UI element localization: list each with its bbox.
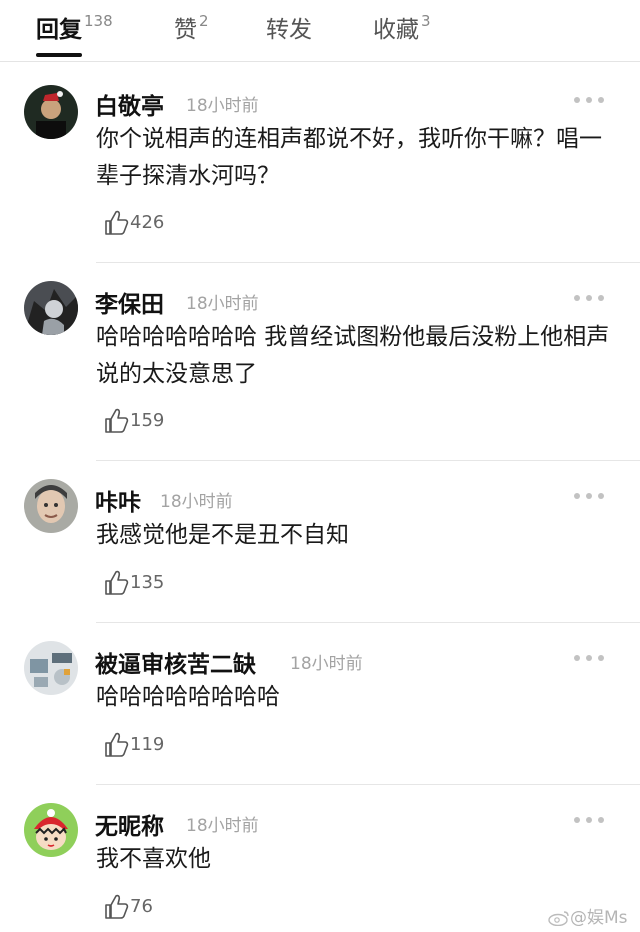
- timestamp: 18小时前: [186, 96, 259, 116]
- more-dots-icon[interactable]: [574, 653, 604, 663]
- thumbs-up-icon: [105, 732, 129, 757]
- like-count: 119: [130, 734, 165, 755]
- tab-bar: 回复 138 赞2 转发 收藏 3: [0, 0, 640, 62]
- thumbs-up-icon: [105, 210, 129, 235]
- username[interactable]: 白敬亭: [95, 87, 164, 121]
- avatar[interactable]: [24, 641, 78, 695]
- avatar[interactable]: [24, 281, 78, 335]
- more-dots-icon[interactable]: [574, 95, 604, 105]
- username[interactable]: 无昵称: [95, 807, 164, 841]
- avatar[interactable]: [24, 803, 78, 857]
- active-tab-indicator: [36, 53, 82, 57]
- like-button[interactable]: 426: [103, 209, 164, 239]
- more-dots-icon[interactable]: [574, 815, 604, 825]
- thumbs-up-icon: [105, 408, 129, 433]
- tab-favorites-count: 3: [421, 12, 431, 30]
- like-button[interactable]: 76: [103, 893, 153, 923]
- like-count: 76: [130, 896, 153, 917]
- tab-likes-count: 2: [199, 12, 209, 30]
- like-count: 135: [130, 572, 165, 593]
- weibo-logo-icon: [548, 911, 569, 927]
- username[interactable]: 咔咔: [95, 483, 141, 517]
- tab-favorites-label: 收藏: [373, 17, 419, 43]
- like-count: 159: [130, 410, 165, 431]
- tab-likes[interactable]: 赞2: [174, 10, 209, 44]
- comment-text: 你个说相声的连相声都说不好，我听你干嘛？唱一辈子探清水河吗？: [96, 126, 602, 189]
- divider: [96, 262, 640, 263]
- divider: [96, 460, 640, 461]
- comment-text: 哈哈哈哈哈哈哈哈: [96, 684, 280, 710]
- tab-reposts[interactable]: 转发: [266, 10, 314, 44]
- tab-replies-label: 回复: [36, 17, 82, 43]
- avatar[interactable]: [24, 479, 78, 533]
- username[interactable]: 被逼审核苦二缺: [95, 645, 256, 679]
- like-count: 426: [130, 212, 165, 233]
- divider: [96, 622, 640, 623]
- like-button[interactable]: 135: [103, 569, 164, 599]
- like-button[interactable]: 159: [103, 407, 164, 437]
- timestamp: 18小时前: [160, 492, 233, 512]
- like-button[interactable]: 119: [103, 731, 164, 761]
- more-dots-icon[interactable]: [574, 293, 604, 303]
- timestamp: 18小时前: [290, 654, 363, 674]
- divider: [96, 784, 640, 785]
- tab-replies[interactable]: 回复 138: [36, 10, 113, 44]
- avatar[interactable]: [24, 85, 78, 139]
- comment-text: 我感觉他是不是丑不自知: [96, 522, 349, 548]
- watermark: @娱Ms: [548, 903, 628, 928]
- tab-reposts-label: 转发: [266, 17, 312, 43]
- comment-text: 哈哈哈哈哈哈哈 我曾经试图粉他最后没粉上他相声说的太没意思了: [96, 324, 610, 387]
- watermark-text: @娱Ms: [570, 908, 628, 928]
- timestamp: 18小时前: [186, 294, 259, 314]
- tab-replies-count: 138: [84, 12, 113, 30]
- timestamp: 18小时前: [186, 816, 259, 836]
- thumbs-up-icon: [105, 894, 129, 919]
- thumbs-up-icon: [105, 570, 129, 595]
- tab-likes-label: 赞: [174, 17, 197, 43]
- username[interactable]: 李保田: [95, 285, 164, 319]
- more-dots-icon[interactable]: [574, 491, 604, 501]
- tab-favorites[interactable]: 收藏 3: [373, 10, 431, 44]
- comment-text: 我不喜欢他: [96, 846, 211, 872]
